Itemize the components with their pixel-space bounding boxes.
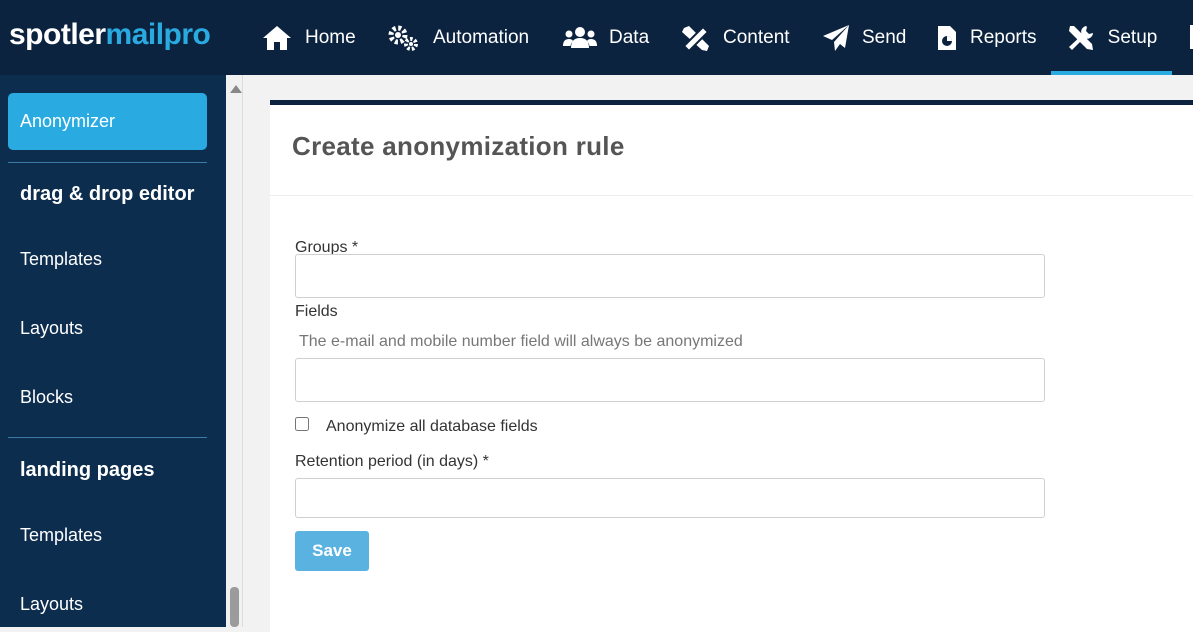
scroll-up-arrow-icon[interactable] [230, 85, 242, 93]
nav-data[interactable]: Data [563, 0, 649, 75]
nav-content[interactable]: Content [681, 0, 790, 75]
top-navigation-bar: spotlermailpro Home Automation Data Cont… [0, 0, 1193, 75]
sidebar-divider [8, 437, 207, 438]
sidebar-item-anonymizer[interactable]: Anonymizer [8, 93, 207, 150]
fields-label: Fields [295, 303, 338, 320]
sidebar: Anonymizer drag & drop editor Templates … [0, 75, 226, 627]
sidebar-item-templates[interactable]: Templates [20, 249, 102, 270]
paper-plane-icon [823, 24, 849, 51]
retention-input[interactable] [295, 478, 1045, 518]
gears-icon [388, 25, 418, 51]
anonymization-rule-card: Create anonymization rule Groups * Field… [270, 100, 1193, 632]
sidebar-item-lp-layouts[interactable]: Layouts [20, 594, 83, 615]
nav-automation[interactable]: Automation [387, 0, 529, 75]
nav-home-label: Home [305, 26, 356, 48]
nav-send-label: Send [862, 26, 907, 48]
pencil-ruler-icon [682, 25, 710, 52]
fields-input[interactable] [295, 358, 1045, 402]
home-icon [263, 25, 291, 50]
tools-icon [1068, 25, 1093, 50]
nav-reports-label: Reports [970, 26, 1037, 48]
scrollbar-border [242, 75, 243, 627]
nav-setup[interactable]: Setup [1051, 0, 1172, 75]
anonymize-all-label: Anonymize all database fields [326, 418, 538, 435]
anonymize-all-checkbox[interactable] [295, 417, 309, 431]
nav-automation-label: Automation [433, 26, 530, 48]
nav-data-label: Data [609, 26, 650, 48]
sidebar-scrollbar[interactable] [226, 75, 243, 627]
report-icon [938, 25, 956, 50]
sidebar-item-lp-templates[interactable]: Templates [20, 525, 102, 546]
logo-text-spotler: spotler [9, 18, 106, 51]
fields-hint: The e-mail and mobile number field will … [299, 333, 743, 350]
scroll-thumb[interactable] [230, 587, 239, 627]
users-icon [563, 26, 597, 48]
nav-reports[interactable]: Reports [936, 0, 1037, 75]
nav-send[interactable]: Send [822, 0, 906, 75]
sidebar-heading-landing-pages: landing pages [20, 459, 155, 481]
nav-content-label: Content [723, 26, 790, 48]
nav-setup-label: Setup [1107, 26, 1158, 48]
spotler-mailpro-logo[interactable]: spotlermailpro [9, 17, 211, 53]
logo-text-mailpro: mailpro [105, 18, 211, 51]
sidebar-item-layouts[interactable]: Layouts [20, 318, 83, 339]
groups-input[interactable] [295, 254, 1045, 298]
nav-home[interactable]: Home [261, 0, 356, 75]
page-title: Create anonymization rule [292, 131, 625, 161]
card-header-divider [270, 195, 1193, 196]
sidebar-divider [8, 162, 207, 163]
sidebar-item-blocks[interactable]: Blocks [20, 387, 73, 408]
save-button[interactable]: Save [295, 531, 369, 571]
retention-label: Retention period (in days) * [295, 453, 489, 470]
sidebar-heading-drag-drop-editor: drag & drop editor [20, 183, 195, 205]
